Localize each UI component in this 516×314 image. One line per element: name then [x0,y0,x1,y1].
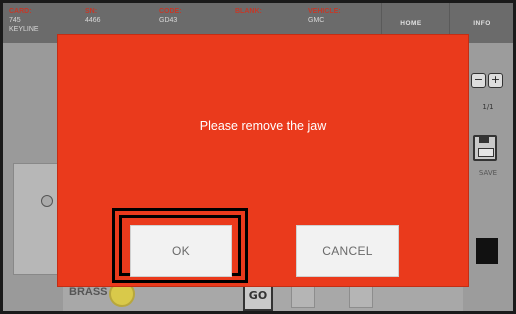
blank-info: BLANK: [235,7,262,16]
remove-jaw-dialog: Please remove the jaw OK CANCEL [58,35,468,286]
page-indicator: 1/1 [482,103,494,111]
right-tool-panel: − + 1/1 SAVE [463,43,513,311]
vehicle-label: VEHICLE: [308,8,341,15]
sn-label: SN: [85,8,98,15]
cancel-button[interactable]: CANCEL [296,225,399,277]
machine-screen: CARD: 745 KEYLINE SN: 4466 CODE: GD43 BL… [3,3,513,311]
plus-icon[interactable]: + [488,73,503,88]
minus-icon[interactable]: − [471,73,486,88]
key-view-panel [3,43,63,311]
code-label: CODE: [159,8,182,15]
save-icon[interactable] [473,135,497,161]
blank-label: BLANK: [235,8,262,15]
card-label: CARD: [9,8,32,15]
ok-button[interactable]: OK [130,225,232,277]
code-info: CODE: GD43 [159,7,182,25]
sn-value: 4466 [85,17,101,24]
vehicle-value: GMC [308,17,325,24]
vehicle-info: VEHICLE: GMC [308,7,341,25]
brass-label: BRASS [69,286,108,298]
card-info: CARD: 745 KEYLINE [9,7,39,34]
card-keyline: KEYLINE [9,26,39,33]
stop-icon[interactable] [476,238,498,264]
card-value: 745 [9,17,21,24]
sn-info: SN: 4466 [85,7,101,25]
jaw-graphic [13,163,59,275]
jaw-indicator-icon [41,195,53,207]
save-label: SAVE [478,169,498,177]
code-value: GD43 [159,17,178,24]
dialog-message: Please remove the jaw [199,119,327,133]
